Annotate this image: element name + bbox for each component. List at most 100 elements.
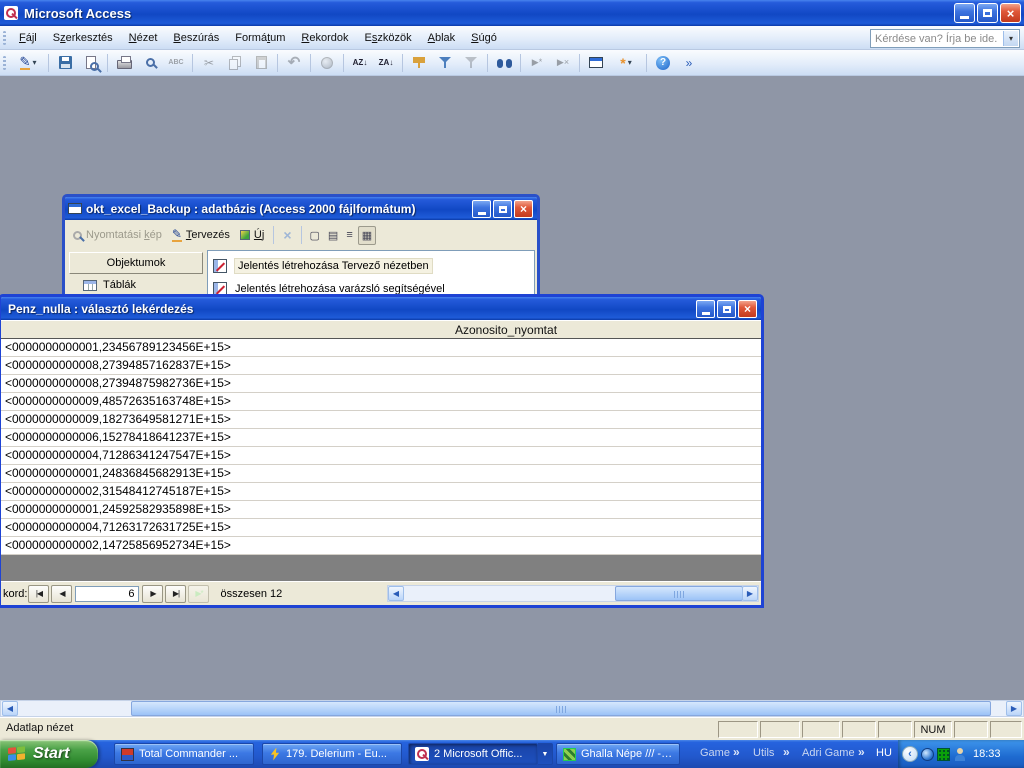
quicklaunch-adri-chevron-icon[interactable]: » <box>858 745 865 759</box>
toolbar-grip[interactable] <box>3 56 6 70</box>
menu-fajl[interactable]: Fájl <box>11 28 45 48</box>
db-maximize-button[interactable] <box>493 200 512 218</box>
previous-record-button[interactable]: ◀ <box>51 585 72 603</box>
table-row[interactable]: <0000000000008,27394857162837E+15> <box>1 357 761 375</box>
new-object-button[interactable]: *▾ <box>610 52 642 74</box>
main-scrollbar-thumb[interactable] <box>131 701 991 716</box>
tray-globe-icon[interactable] <box>921 748 934 761</box>
close-button[interactable]: × <box>1000 3 1021 23</box>
print-button[interactable] <box>112 52 136 74</box>
help-button[interactable]: ? <box>651 52 675 74</box>
db-large-icons-button[interactable]: ▢ <box>307 227 323 244</box>
db-close-button[interactable]: × <box>514 200 533 218</box>
menu-sugo[interactable]: Súgó <box>463 28 505 48</box>
table-row[interactable]: <0000000000002,14725856952734E+15> <box>1 537 761 555</box>
list-item-report-design[interactable]: Jelentés létrehozása Tervező nézetben <box>210 254 532 277</box>
find-button[interactable] <box>492 52 516 74</box>
main-scroll-left-icon[interactable]: ◀ <box>2 701 18 716</box>
sort-descending-button[interactable]: ZA↓ <box>374 52 398 74</box>
assistant-question-box[interactable]: Kérdése van? Írja be ide. ▾ <box>870 29 1020 48</box>
db-minimize-button[interactable] <box>472 200 491 218</box>
quicklaunch-utils[interactable]: Utils <box>753 747 774 759</box>
copy-button[interactable] <box>223 52 247 74</box>
query-scrollbar-thumb[interactable] <box>615 586 743 601</box>
objects-item-tablak[interactable]: Táblák <box>69 274 203 296</box>
menu-beszuras[interactable]: Beszúrás <box>165 28 227 48</box>
new-object-dropdown-icon[interactable]: ▾ <box>628 58 632 67</box>
taskbar-item-ghalla-nepe[interactable]: Ghalla Népe /// - M... <box>556 743 680 765</box>
column-header-azonosito-nyomtat[interactable]: Azonosito_nyomtat <box>1 320 761 339</box>
query-horizontal-scrollbar[interactable]: ◀ ▶ <box>387 585 759 602</box>
taskbar-item-total-commander[interactable]: Total Commander ... <box>114 743 254 765</box>
quicklaunch-adri-game[interactable]: Adri Game <box>802 747 855 759</box>
table-row[interactable]: <0000000000009,18273649581271E+15> <box>1 411 761 429</box>
start-button[interactable]: Start <box>0 740 98 768</box>
hyperlink-button[interactable] <box>315 52 339 74</box>
language-indicator[interactable]: HU <box>876 747 892 759</box>
menubar-grip[interactable] <box>3 31 6 45</box>
db-design-button[interactable]: ✎ Tervezés <box>168 227 234 244</box>
table-row[interactable]: <0000000000008,27394875982736E+15> <box>1 375 761 393</box>
new-record-button[interactable]: ▶* <box>525 52 549 74</box>
db-print-preview-button[interactable]: Nyomtatási kép <box>69 227 166 243</box>
taskbar-item-microsoft-office[interactable]: 2 Microsoft Offic... <box>408 743 538 765</box>
db-list-view-button[interactable]: ≡ <box>343 227 355 243</box>
menu-rekordok[interactable]: Rekordok <box>293 28 356 48</box>
quicklaunch-game[interactable]: Game <box>700 747 730 759</box>
table-row[interactable]: <0000000000002,31548412745187E+15> <box>1 483 761 501</box>
record-number-input[interactable] <box>75 586 139 602</box>
db-delete-button[interactable]: × <box>279 227 295 243</box>
tray-chevron-icon[interactable]: ‹ <box>902 746 918 762</box>
new-record-nav-button[interactable]: ▶* <box>188 585 209 603</box>
menu-szerkesztes[interactable]: Szerkesztés <box>45 28 121 48</box>
table-row[interactable]: <0000000000006,15278418641237E+15> <box>1 429 761 447</box>
query-close-button[interactable]: × <box>738 300 757 318</box>
database-window-button[interactable] <box>584 52 608 74</box>
main-horizontal-scrollbar[interactable]: ◀ ▶ <box>0 700 1024 717</box>
table-row[interactable]: <0000000000001,24836845682913E+15> <box>1 465 761 483</box>
table-row[interactable]: <0000000000001,23456789123456E+15> <box>1 339 761 357</box>
next-record-button[interactable]: ▶ <box>142 585 163 603</box>
main-scroll-right-icon[interactable]: ▶ <box>1006 701 1022 716</box>
scroll-right-icon[interactable]: ▶ <box>742 586 758 601</box>
table-row[interactable]: <0000000000001,24592582935898E+15> <box>1 501 761 519</box>
taskbar-item-winamp[interactable]: 179. Delerium - Eu... <box>262 743 402 765</box>
table-row[interactable]: <0000000000004,71263172631725E+15> <box>1 519 761 537</box>
table-row[interactable]: <0000000000009,48572635163748E+15> <box>1 393 761 411</box>
database-window-titlebar[interactable]: okt_excel_Backup : adatbázis (Access 200… <box>65 197 537 220</box>
paste-button[interactable] <box>249 52 273 74</box>
file-search-button[interactable] <box>79 52 103 74</box>
tray-user-icon[interactable] <box>953 748 966 761</box>
taskbar-group-arrow-icon[interactable]: ▼ <box>538 743 553 765</box>
db-details-view-button[interactable]: ▦ <box>358 226 376 245</box>
query-window-titlebar[interactable]: Penz_nulla : választó lekérdezés × <box>1 297 761 320</box>
view-dropdown-icon[interactable]: ▾ <box>32 58 36 67</box>
menu-ablak[interactable]: Ablak <box>420 28 464 48</box>
first-record-button[interactable]: |◀ <box>28 585 49 603</box>
quicklaunch-game-chevron-icon[interactable]: » <box>733 745 740 759</box>
tray-green-app-icon[interactable] <box>937 748 950 761</box>
query-minimize-button[interactable] <box>696 300 715 318</box>
view-button[interactable]: ✎▾ <box>12 52 44 74</box>
cut-button[interactable]: ✂ <box>197 52 221 74</box>
print-preview-button[interactable] <box>138 52 162 74</box>
assistant-dropdown-icon[interactable]: ▾ <box>1003 31 1018 46</box>
spelling-button[interactable]: ABC <box>164 52 188 74</box>
table-row[interactable]: <0000000000004,71286341247547E+15> <box>1 447 761 465</box>
menu-nezet[interactable]: Nézet <box>121 28 166 48</box>
menu-eszkozok[interactable]: Eszközök <box>357 28 420 48</box>
restore-button[interactable] <box>977 3 998 23</box>
save-button[interactable] <box>53 52 77 74</box>
toolbar-options-button[interactable]: » <box>677 52 701 74</box>
sort-ascending-button[interactable]: AZ↓ <box>348 52 372 74</box>
query-maximize-button[interactable] <box>717 300 736 318</box>
db-small-icons-button[interactable]: ▤ <box>325 227 341 244</box>
quicklaunch-utils-chevron-icon[interactable]: » <box>783 745 790 759</box>
delete-record-button[interactable]: ▶× <box>551 52 575 74</box>
scroll-left-icon[interactable]: ◀ <box>388 586 404 601</box>
menu-formatum[interactable]: Formátum <box>227 28 293 48</box>
minimize-button[interactable] <box>954 3 975 23</box>
objects-header-button[interactable]: Objektumok <box>69 252 203 274</box>
undo-button[interactable]: ↶ <box>282 52 306 74</box>
apply-filter-button[interactable] <box>459 52 483 74</box>
